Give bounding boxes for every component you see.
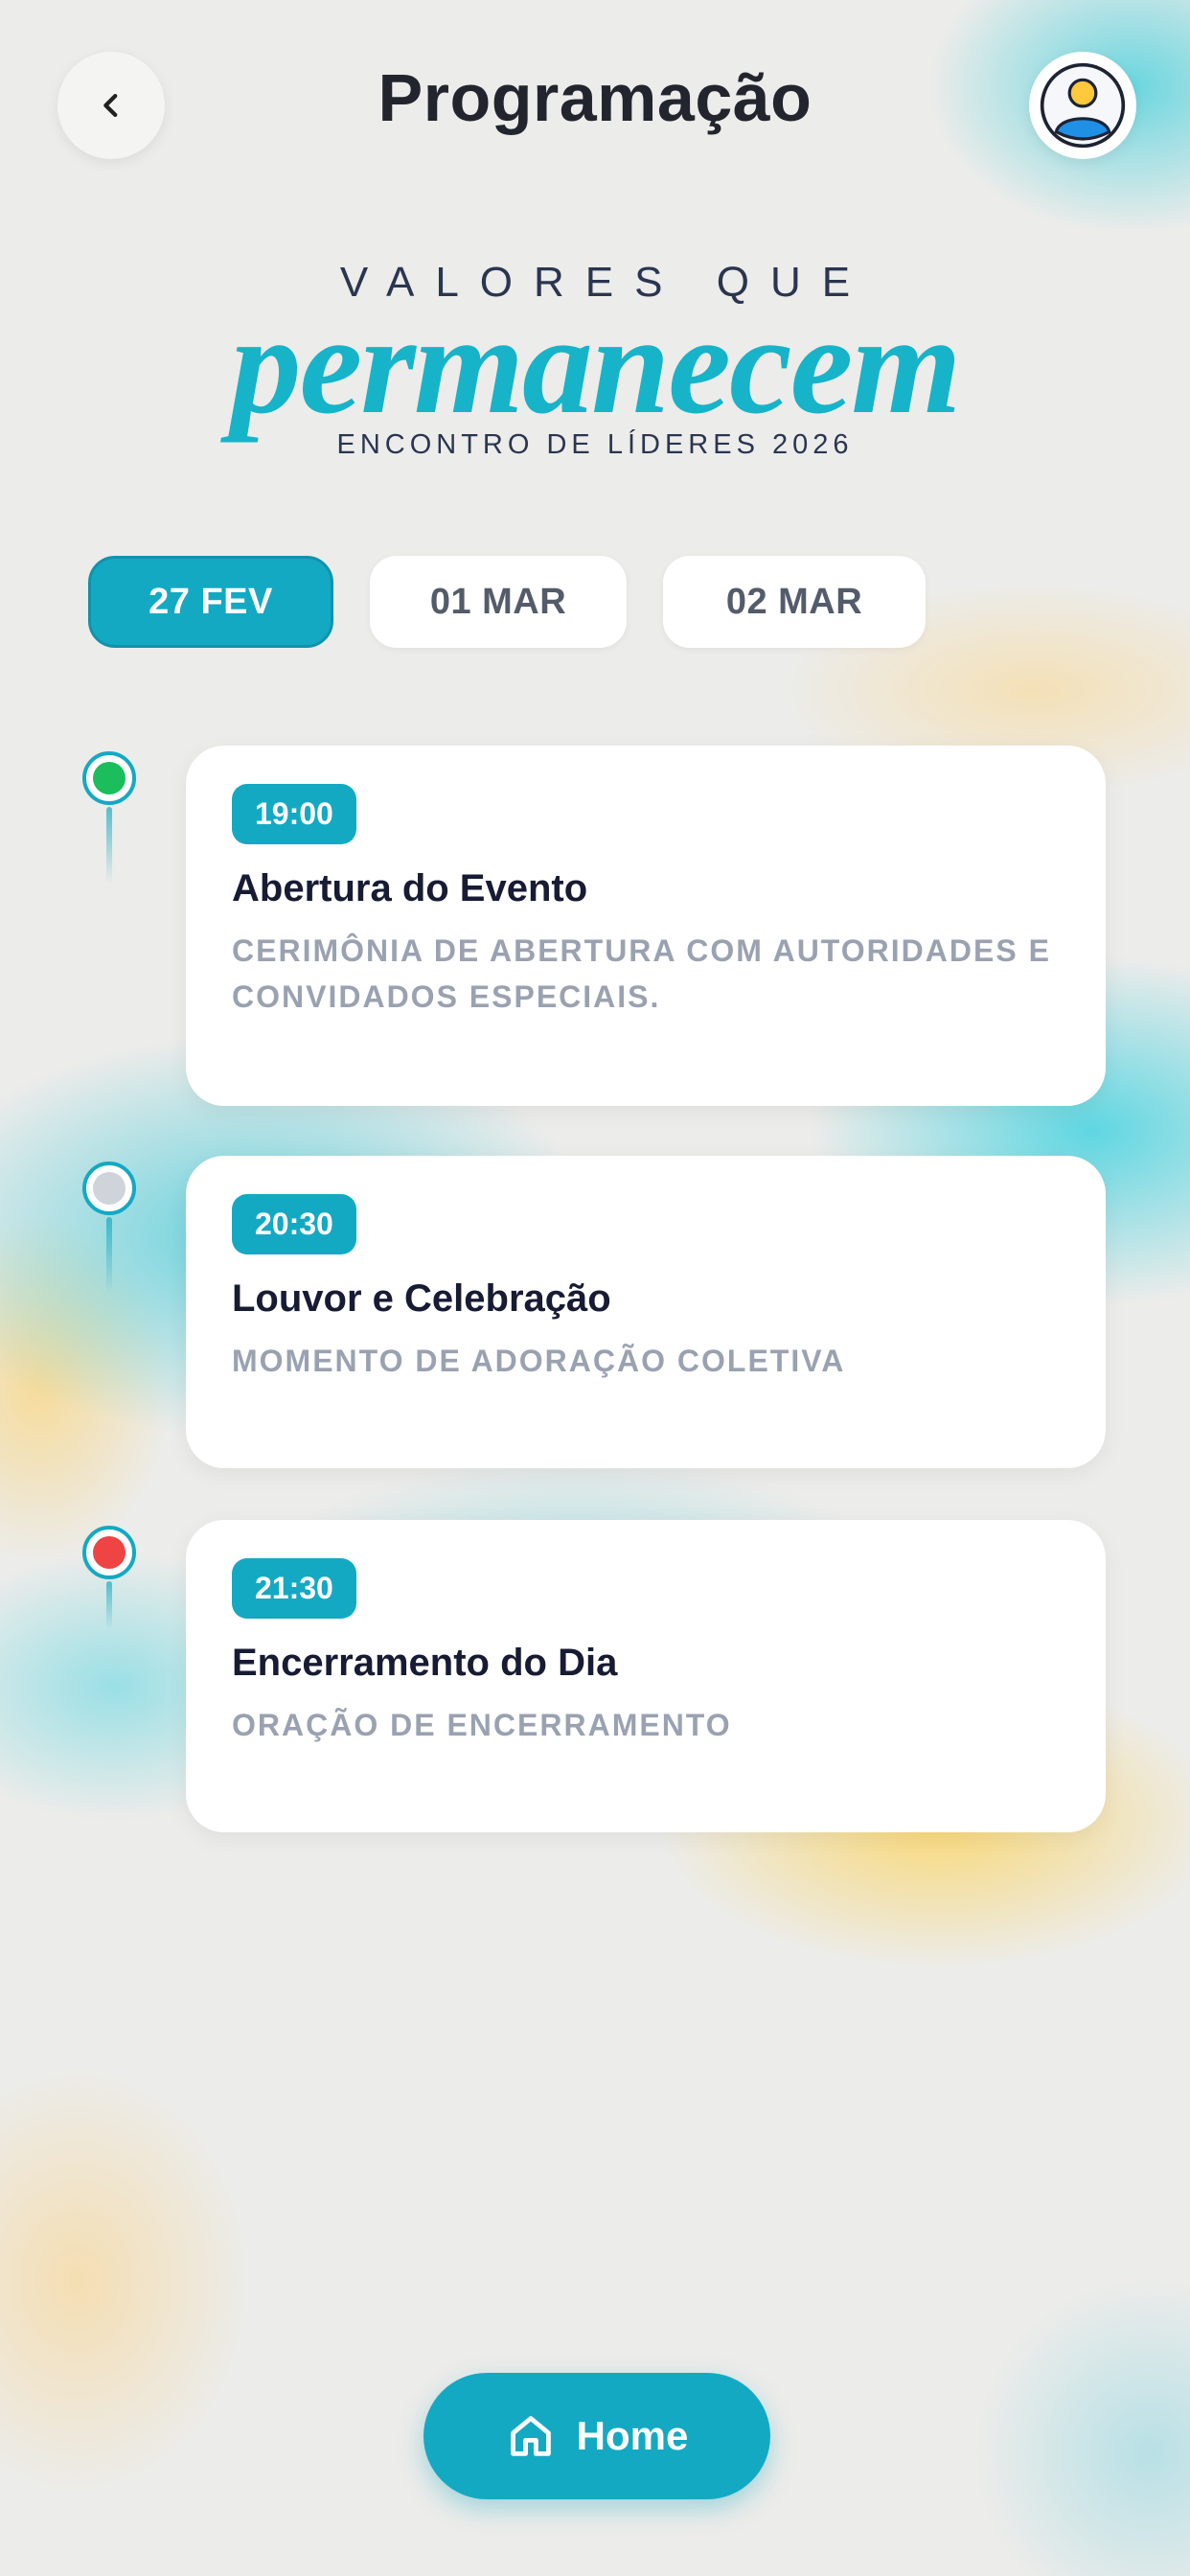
timeline-connector: [106, 1217, 112, 1294]
event-title: Encerramento do Dia: [232, 1642, 618, 1684]
user-avatar-icon: [1040, 62, 1126, 149]
event-card[interactable]: 21:30 Encerramento do Dia ORAÇÃO DE ENCE…: [186, 1520, 1106, 1832]
event-description: CERIMÔNIA DE ABERTURA COM AUTORIDADES E …: [232, 933, 1051, 1014]
status-dot-gray: [93, 1172, 126, 1205]
timeline-connector: [106, 807, 112, 884]
event-card[interactable]: 19:00 Abertura do Evento CERIMÔNIA DE AB…: [186, 746, 1106, 1106]
time-badge: 20:30: [232, 1194, 356, 1254]
profile-avatar-button[interactable]: [1029, 52, 1136, 159]
home-icon: [510, 2416, 551, 2456]
logo-wordmark: permanecem: [230, 287, 962, 444]
event-title: Abertura do Evento: [232, 867, 588, 909]
event-logo: VALORES QUE permanecem ENCONTRO DE LÍDER…: [0, 259, 1190, 461]
status-dot-red: [93, 1536, 126, 1569]
home-button[interactable]: Home: [423, 2373, 770, 2499]
page-title: Programação: [378, 60, 812, 135]
home-label: Home: [576, 2413, 689, 2458]
timeline-connector: [106, 1581, 112, 1629]
event-title: Louvor e Celebração: [232, 1277, 611, 1320]
timeline-marker: [82, 751, 136, 805]
timeline-marker: [82, 1162, 136, 1215]
timeline-marker: [82, 1526, 136, 1579]
event-card[interactable]: 20:30 Louvor e Celebração MOMENTO DE ADO…: [186, 1156, 1106, 1468]
event-description: MOMENTO DE ADORAÇÃO COLETIVA: [232, 1344, 846, 1378]
schedule-screen: Programação VALORES QUE permanecem ENCON…: [0, 0, 1190, 2576]
time-badge: 19:00: [232, 784, 356, 844]
logo-subtitle: ENCONTRO DE LÍDERES 2026: [336, 429, 854, 460]
date-tab-27-fev[interactable]: 27 FEV: [88, 556, 333, 648]
date-tab-02-mar[interactable]: 02 MAR: [663, 556, 926, 648]
date-tab-01-mar[interactable]: 01 MAR: [370, 556, 627, 648]
time-badge: 21:30: [232, 1558, 356, 1619]
event-description: ORAÇÃO DE ENCERRAMENTO: [232, 1708, 732, 1742]
status-dot-green: [93, 762, 126, 794]
